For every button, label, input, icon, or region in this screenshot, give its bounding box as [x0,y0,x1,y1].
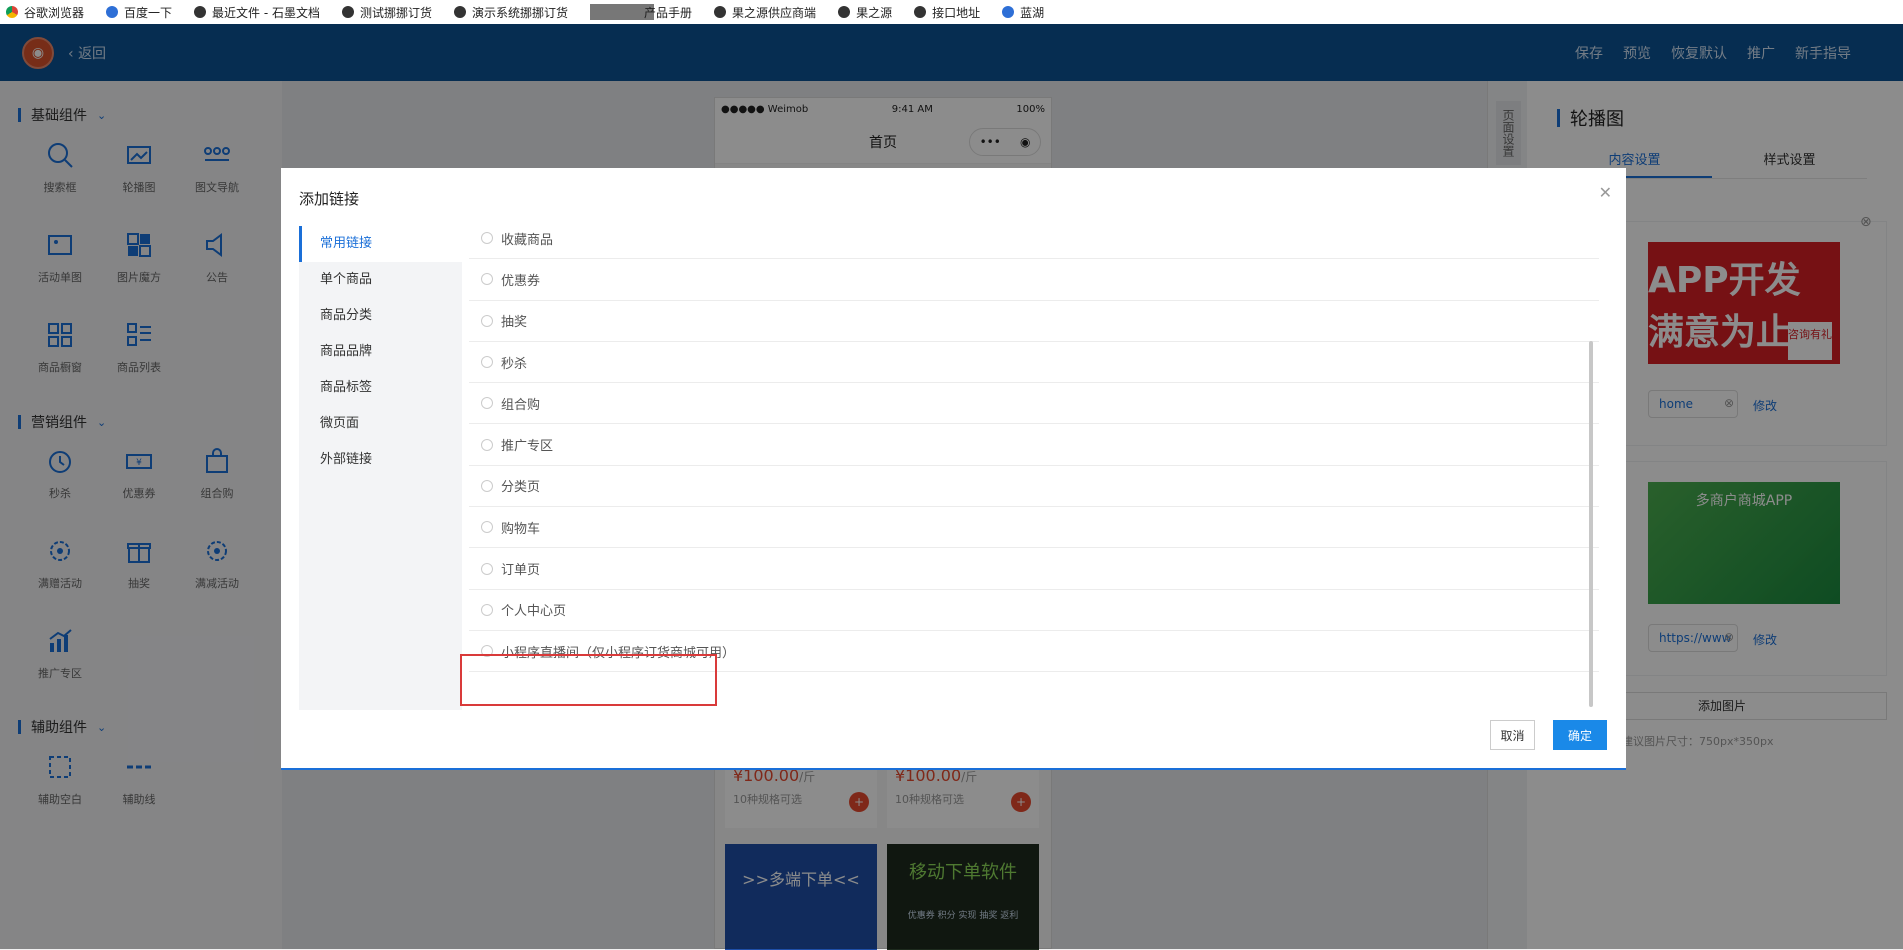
link-options-list: 收藏商品 优惠券 抽奖 秒杀 组合购 推广专区 分类页 购物车 订单页 个人中心… [469,218,1599,718]
baidu-paw-icon [106,6,119,18]
bookmark-supplier[interactable]: 果之源供应商端 [714,4,816,21]
bookmark-demo-order[interactable]: 演示系统挪挪订货 [454,4,568,21]
lanhu-icon [1002,6,1015,18]
bookmark-guozhiyuan[interactable]: 果之源 [838,4,892,21]
list-item[interactable]: 个人中心页 [469,590,1599,631]
shimo-icon [194,6,207,18]
nav-external-link[interactable]: 外部链接 [299,442,462,478]
nav-micro-page[interactable]: 微页面 [299,406,462,442]
bookmark-chrome[interactable]: 谷歌浏览器 [6,4,84,21]
radio-button[interactable] [481,397,493,410]
list-scrollbar[interactable] [1589,341,1593,707]
cancel-button[interactable]: 取消 [1490,720,1535,750]
radio-button[interactable] [481,562,493,575]
radio-button[interactable] [481,479,493,492]
radio-button[interactable] [481,356,493,369]
nav-single-product[interactable]: 单个商品 [299,262,462,298]
radio-button[interactable] [481,438,493,451]
globe-icon [342,6,354,18]
nav-product-tag[interactable]: 商品标签 [299,370,462,406]
github-icon [914,6,927,18]
list-item[interactable]: 推广专区 [469,424,1599,466]
nav-product-brand[interactable]: 商品品牌 [299,334,462,370]
bookmark-manual[interactable]: 产品手册 [590,4,692,21]
list-item[interactable]: 购物车 [469,507,1599,549]
globe-icon [838,6,851,18]
list-item[interactable]: 优惠券 [469,259,1599,301]
globe-icon [714,6,727,18]
radio-button[interactable] [481,273,493,286]
radio-button[interactable] [481,603,493,616]
globe-icon [454,6,467,18]
close-icon[interactable]: ✕ [1599,183,1612,202]
add-link-dialog: 添加链接 ✕ 常用链接 单个商品 商品分类 商品品牌 商品标签 微页面 外部链接… [281,168,1626,770]
bookmark-shimo[interactable]: 最近文件 - 石墨文档 [194,4,320,21]
bookmarks-bar: 谷歌浏览器 百度一下 最近文件 - 石墨文档 测试挪挪订货 演示系统挪挪订货 产… [0,0,1903,24]
list-item[interactable]: 订单页 [469,548,1599,590]
confirm-button[interactable]: 确定 [1553,720,1607,750]
radio-button[interactable] [481,521,493,534]
radio-button[interactable] [481,314,493,327]
dialog-title: 添加链接 [299,190,360,208]
list-item[interactable]: 收藏商品 [469,218,1599,260]
bookmark-baidu[interactable]: 百度一下 [106,4,172,21]
bookmark-api[interactable]: 接口地址 [914,4,980,21]
bookmark-lanhu[interactable]: 蓝湖 [1002,4,1044,21]
chrome-icon [6,6,18,18]
list-item[interactable]: 分类页 [469,466,1599,508]
list-item[interactable]: 抽奖 [469,301,1599,342]
link-category-nav: 常用链接 单个商品 商品分类 商品品牌 商品标签 微页面 外部链接 [299,226,462,710]
nav-common-links[interactable]: 常用链接 [299,226,462,262]
bookmark-test-order[interactable]: 测试挪挪订货 [342,4,432,21]
nav-product-category[interactable]: 商品分类 [299,298,462,334]
highlight-box [460,654,717,706]
list-item[interactable]: 秒杀 [469,342,1599,384]
list-item[interactable]: 组合购 [469,383,1599,425]
radio-button[interactable] [481,232,493,245]
